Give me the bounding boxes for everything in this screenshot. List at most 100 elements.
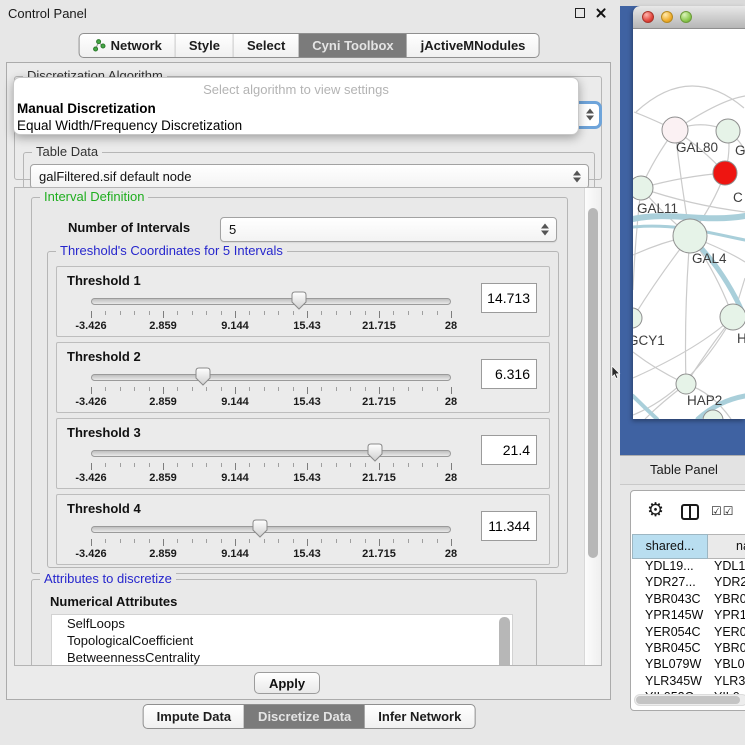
slider-tick-label: 2.859 xyxy=(149,472,177,484)
node[interactable] xyxy=(720,304,745,330)
interval-definition-group: Interval Definition Number of Intervals … xyxy=(31,197,568,574)
node-gcy1[interactable] xyxy=(633,308,642,328)
minimize-traffic-light-icon[interactable] xyxy=(661,11,673,23)
settings-scrollbar-thumb[interactable] xyxy=(588,208,598,558)
table-row[interactable]: YPR145WYPR1 xyxy=(632,608,745,624)
threshold-value-field[interactable] xyxy=(481,359,537,389)
float-window-icon[interactable] xyxy=(575,8,585,18)
tab-discretize-data[interactable]: Discretize Data xyxy=(244,705,364,728)
slider-track[interactable] xyxy=(91,450,451,457)
slider-tick-label: 21.715 xyxy=(362,320,396,332)
tick-mark xyxy=(422,311,423,315)
slider-thumb[interactable] xyxy=(252,519,268,538)
tick-mark xyxy=(134,539,135,543)
threshold-label: Threshold 1 xyxy=(67,273,141,288)
table-row[interactable]: YBR043CYBR0 xyxy=(632,592,745,608)
stepper-arrows-icon xyxy=(585,108,594,123)
tab-label: Cyni Toolbox xyxy=(312,34,393,57)
slider-track[interactable] xyxy=(91,526,451,533)
network-canvas[interactable]: GAL80 GA GAL11 C GAL4 GCY1 H HAP2 xyxy=(633,29,745,419)
attribute-item[interactable]: SelfLoops xyxy=(52,615,512,632)
slider-tick-label: 15.43 xyxy=(293,548,321,560)
settings-vertical-scrollbar[interactable] xyxy=(584,188,601,665)
right-pane: GAL80 GA GAL11 C GAL4 GCY1 H HAP2 Table … xyxy=(618,0,745,745)
slider-thumb[interactable] xyxy=(291,291,307,310)
tick-mark xyxy=(278,539,279,543)
attribute-item[interactable]: TopologicalCoefficient xyxy=(52,632,512,649)
table-horizontal-scrollbar[interactable] xyxy=(634,694,745,706)
tab-impute-data[interactable]: Impute Data xyxy=(144,705,244,728)
cell-shared-name: YDL19... xyxy=(632,559,709,575)
tick-mark xyxy=(451,387,452,394)
column-header-name[interactable]: na xyxy=(708,534,745,559)
slider-tick-label: 9.144 xyxy=(221,548,249,560)
tick-mark xyxy=(336,463,337,467)
threshold-value-field[interactable] xyxy=(481,511,537,541)
attributes-list-scrollbar[interactable] xyxy=(499,617,510,666)
zoom-traffic-light-icon[interactable] xyxy=(680,11,692,23)
tab-network[interactable]: Network xyxy=(80,34,175,57)
close-traffic-light-icon[interactable] xyxy=(642,11,654,23)
threshold-slider[interactable]: -3.4262.8599.14415.4321.71528 xyxy=(91,521,453,563)
slider-thumb[interactable] xyxy=(367,443,383,462)
algorithm-option-manual-discretization[interactable]: Manual Discretization xyxy=(14,100,578,117)
node-label: C xyxy=(733,190,743,205)
tick-mark xyxy=(177,311,178,315)
slider-tick-labels: -3.4262.8599.14415.4321.71528 xyxy=(91,396,451,408)
node-gal11[interactable] xyxy=(633,176,653,200)
threshold-value-field[interactable] xyxy=(481,283,537,313)
tick-mark xyxy=(206,387,207,391)
numerical-attributes-list[interactable]: SelfLoopsTopologicalCoefficientBetweenne… xyxy=(51,614,513,666)
tick-mark xyxy=(408,539,409,543)
cell-name: YPR1 xyxy=(709,608,745,624)
apply-button[interactable]: Apply xyxy=(254,672,320,694)
close-panel-icon[interactable] xyxy=(595,7,606,18)
columns-icon[interactable] xyxy=(681,504,699,520)
table-row[interactable]: YLR345WYLR3 xyxy=(632,674,745,690)
slider-tick-label: 21.715 xyxy=(362,472,396,484)
tick-mark xyxy=(221,311,222,315)
tab-jactivemnodules[interactable]: jActiveMNodules xyxy=(407,34,539,57)
node-gal4[interactable] xyxy=(673,219,707,253)
tick-mark xyxy=(307,463,308,470)
tick-mark xyxy=(321,311,322,315)
threshold-slider[interactable]: -3.4262.8599.14415.4321.71528 xyxy=(91,369,453,411)
tick-mark xyxy=(206,311,207,315)
network-window-titlebar[interactable] xyxy=(633,6,745,29)
slider-tick-labels: -3.4262.8599.14415.4321.71528 xyxy=(91,548,451,560)
table-row[interactable]: YDR27...YDR2 xyxy=(632,575,745,591)
node-hap2[interactable] xyxy=(676,374,696,394)
cell-shared-name: YER054C xyxy=(632,625,709,641)
threshold-slider[interactable]: -3.4262.8599.14415.4321.71528 xyxy=(91,293,453,335)
node-selected[interactable] xyxy=(713,161,737,185)
table-row[interactable]: YBL079WYBL0 xyxy=(632,657,745,673)
algorithm-option-equal-width-frequency[interactable]: Equal Width/Frequency Discretization xyxy=(14,117,578,134)
table-row[interactable]: YER054CYER0 xyxy=(632,625,745,641)
slider-track[interactable] xyxy=(91,298,451,305)
table-hscrollbar-thumb[interactable] xyxy=(636,696,740,704)
tick-mark xyxy=(134,463,135,467)
tab-cyni-toolbox[interactable]: Cyni Toolbox xyxy=(298,34,406,57)
table-data-combobox[interactable]: galFiltered.sif default node xyxy=(30,164,589,189)
cell-shared-name: YDR27... xyxy=(632,575,709,591)
tab-infer-network[interactable]: Infer Network xyxy=(364,705,474,728)
attributes-group-title: Attributes to discretize xyxy=(40,571,176,586)
tab-select[interactable]: Select xyxy=(233,34,298,57)
threshold-value-field[interactable] xyxy=(481,435,537,465)
tab-style[interactable]: Style xyxy=(175,34,233,57)
slider-thumb[interactable] xyxy=(195,367,211,386)
node[interactable] xyxy=(716,119,740,143)
gear-icon[interactable]: ⚙ xyxy=(647,500,664,520)
attribute-item[interactable]: BetweennessCentrality xyxy=(52,649,512,666)
column-header-shared-name[interactable]: shared... xyxy=(632,534,708,559)
checkboxes-icon[interactable]: ☑☑ xyxy=(711,504,735,518)
slider-track[interactable] xyxy=(91,374,451,381)
threshold-slider[interactable]: -3.4262.8599.14415.4321.71528 xyxy=(91,445,453,487)
tick-mark xyxy=(163,463,164,470)
table-row[interactable]: YBR045CYBR0 xyxy=(632,641,745,657)
slider-tick-label: 15.43 xyxy=(293,472,321,484)
tick-mark xyxy=(235,311,236,318)
number-of-intervals-combobox[interactable]: 5 xyxy=(220,217,557,242)
tick-mark xyxy=(177,387,178,391)
table-row[interactable]: YDL19...YDL1 xyxy=(632,559,745,575)
